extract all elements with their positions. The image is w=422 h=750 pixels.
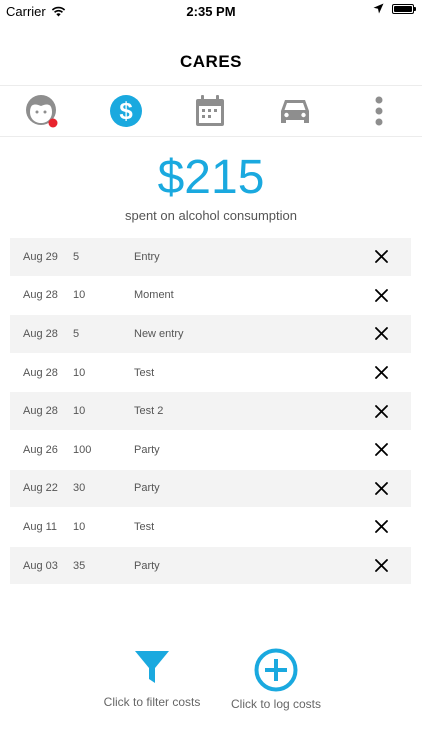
total-amount: $215	[157, 151, 265, 204]
delete-entry-button[interactable]	[366, 404, 396, 418]
list-item: Aug 26 100 Party	[10, 430, 411, 470]
list-item: Aug 28 10 Moment	[10, 276, 411, 316]
entry-note: Test	[134, 366, 155, 379]
delete-entry-button[interactable]	[366, 366, 396, 379]
entry-note: Test 2	[134, 405, 164, 418]
filter-costs-label: Click to filter costs	[103, 695, 201, 709]
svg-text:$: $	[119, 98, 133, 125]
delete-entry-button[interactable]	[366, 288, 396, 302]
tab-more[interactable]	[359, 94, 399, 128]
entry-note: Party	[134, 443, 160, 456]
entry-date: Aug 28	[23, 327, 58, 340]
list-item: Aug 22 30 Party	[10, 469, 411, 509]
list-item: Aug 11 10 Test	[10, 508, 411, 547]
face-icon	[26, 95, 58, 128]
close-icon	[374, 404, 388, 418]
tab-car[interactable]	[275, 94, 315, 128]
entry-amount: 5	[73, 250, 80, 263]
list-item: Aug 28 10 Test 2	[10, 392, 411, 431]
close-icon	[374, 520, 388, 534]
tab-bar: $	[0, 85, 422, 137]
log-costs-button[interactable]: Click to log costs	[222, 648, 330, 711]
entry-amount: 100	[73, 443, 92, 456]
entry-amount: 10	[73, 405, 86, 418]
status-right	[373, 3, 416, 14]
entry-date: Aug 28	[23, 405, 58, 418]
entry-amount: 10	[73, 289, 86, 302]
close-icon	[374, 288, 388, 302]
entry-note: Party	[134, 482, 160, 495]
delete-entry-button[interactable]	[366, 481, 396, 495]
close-icon	[374, 327, 388, 341]
tab-calendar[interactable]	[190, 94, 230, 128]
calendar-icon	[196, 95, 224, 126]
cost-list: Aug 29 5 Entry Aug 28 10 Moment Aug 28 5 New ent…	[10, 238, 411, 586]
entry-note: Moment	[134, 289, 174, 302]
close-icon	[374, 250, 388, 264]
battery-tip	[414, 6, 416, 11]
entry-note: New entry	[134, 327, 184, 340]
entry-amount: 5	[73, 327, 80, 340]
entry-amount: 30	[73, 482, 86, 495]
battery-icon	[392, 3, 416, 14]
status-bar: Carrier 2:35 PM	[0, 0, 422, 22]
more-icon	[375, 96, 383, 126]
add-circle-icon	[254, 648, 298, 692]
delete-entry-button[interactable]	[366, 520, 396, 534]
page-title: CARES	[179, 52, 242, 71]
entry-amount: 10	[73, 520, 86, 533]
entry-date: Aug 26	[23, 443, 58, 456]
entry-date: Aug 29	[23, 250, 58, 263]
entry-date: Aug 03	[23, 559, 58, 572]
list-item: Aug 03 35 Party	[10, 546, 411, 586]
close-icon	[374, 559, 388, 572]
list-item: Aug 28 5 New entry	[10, 315, 411, 354]
entry-amount: 35	[73, 559, 86, 572]
filter-costs-button[interactable]: Click to filter costs	[90, 648, 214, 709]
entry-amount: 10	[73, 366, 86, 379]
list-item: Aug 29 5 Entry	[10, 238, 411, 277]
close-icon	[374, 366, 388, 379]
tab-profile[interactable]	[22, 94, 62, 128]
entry-date: Aug 11	[23, 520, 58, 533]
entry-note: Test	[134, 520, 155, 533]
entry-date: Aug 28	[23, 289, 58, 302]
dollar-icon: $	[110, 95, 142, 127]
tab-costs[interactable]: $	[106, 94, 146, 128]
close-icon	[374, 443, 388, 457]
list-item: Aug 28 10 Test	[10, 353, 411, 393]
delete-entry-button[interactable]	[366, 443, 396, 457]
entry-note: Party	[134, 559, 160, 572]
battery-fill	[394, 5, 412, 12]
delete-entry-button[interactable]	[366, 250, 396, 264]
log-costs-label: Click to log costs	[230, 697, 322, 711]
car-icon	[281, 100, 309, 123]
status-time: 2:35 PM	[186, 4, 236, 19]
entry-date: Aug 28	[23, 366, 58, 379]
filter-icon	[135, 651, 169, 683]
entry-note: Entry	[134, 250, 160, 263]
entry-date: Aug 22	[23, 482, 58, 495]
total-label: spent on alcohol consumption	[124, 208, 297, 223]
delete-entry-button[interactable]	[366, 327, 396, 341]
close-icon	[374, 481, 388, 495]
delete-entry-button[interactable]	[366, 559, 396, 572]
location-arrow-icon	[373, 3, 384, 14]
